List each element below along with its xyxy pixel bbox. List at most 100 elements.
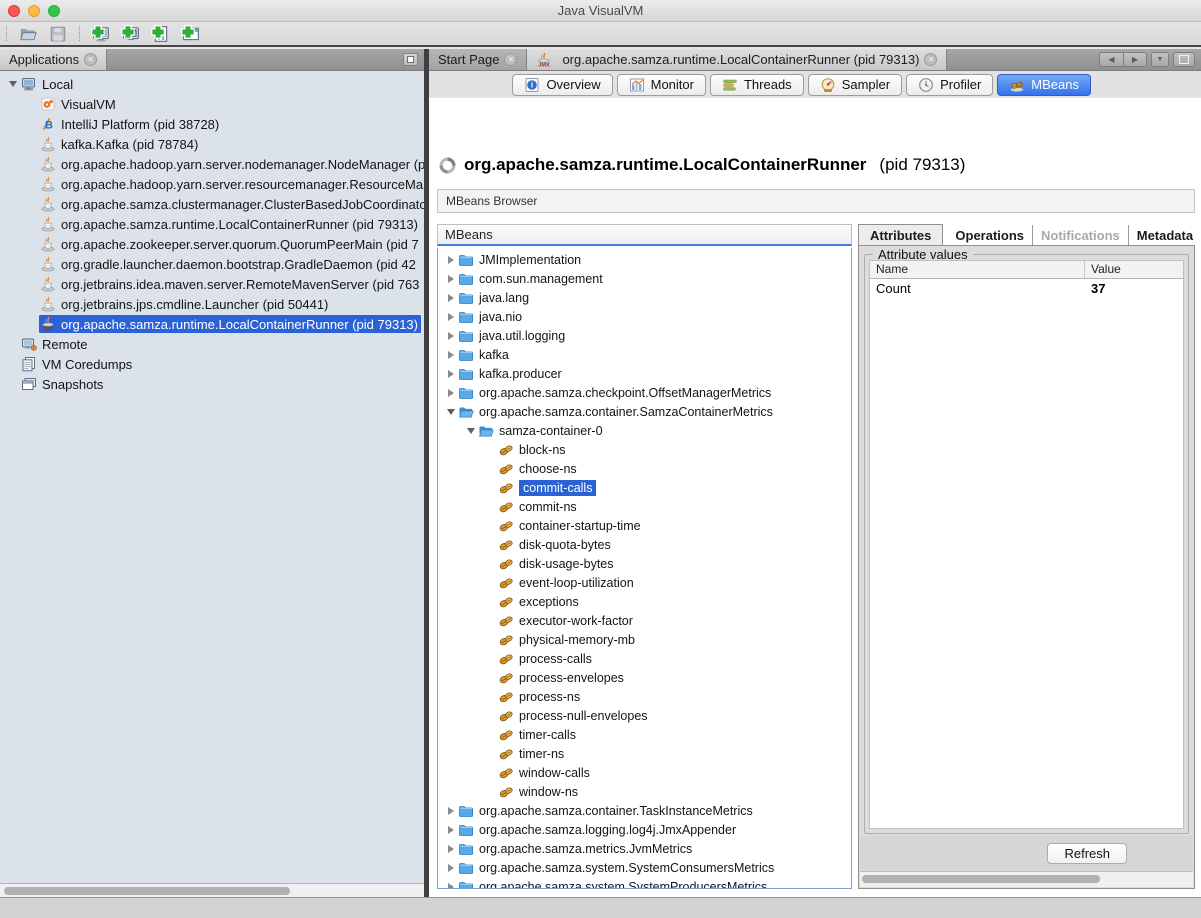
minimize-window-button[interactable] <box>28 5 40 17</box>
mbean-tree-item[interactable]: org.apache.samza.system.SystemConsumersM… <box>438 858 851 877</box>
mbean-tree-item[interactable]: samza-container-0 <box>438 421 851 440</box>
mbean-tree-item[interactable]: JMImplementation <box>438 250 851 269</box>
expand-arrow-icon[interactable] <box>444 370 458 378</box>
details-tab[interactable]: Metadata <box>1128 225 1201 246</box>
scroll-tabs-left-button[interactable] <box>1099 52 1123 67</box>
mbean-tree-item[interactable]: disk-quota-bytes <box>438 535 851 554</box>
application-tree-item[interactable]: org.jetbrains.idea.maven.server.RemoteMa… <box>0 274 424 294</box>
mbean-tree-item[interactable]: disk-usage-bytes <box>438 554 851 573</box>
applications-horizontal-scrollbar[interactable] <box>0 883 424 897</box>
expand-arrow-icon[interactable] <box>444 883 458 890</box>
expand-arrow-icon[interactable] <box>444 275 458 283</box>
tab-start-page[interactable]: Start Page <box>429 49 527 70</box>
mbean-tree-item[interactable]: timer-ns <box>438 744 851 763</box>
application-tree-item[interactable]: org.apache.samza.runtime.LocalContainerR… <box>0 214 424 234</box>
application-tree-item[interactable]: Local <box>0 74 424 94</box>
application-tree-item[interactable]: org.jetbrains.jps.cmdline.Launcher (pid … <box>0 294 424 314</box>
mbean-tree-item[interactable]: block-ns <box>438 440 851 459</box>
mbean-tree-item[interactable]: executor-work-factor <box>438 611 851 630</box>
close-icon[interactable] <box>504 53 517 66</box>
mbean-tree-item[interactable]: java.util.logging <box>438 326 851 345</box>
view-tab[interactable]: Sampler <box>808 74 902 96</box>
expand-arrow-icon[interactable] <box>444 807 458 815</box>
expand-arrow-icon[interactable] <box>444 313 458 321</box>
tab-applications[interactable]: Applications <box>0 49 107 70</box>
mbean-tree-item[interactable]: org.apache.samza.container.TaskInstanceM… <box>438 801 851 820</box>
mbean-tree-item[interactable]: kafka.producer <box>438 364 851 383</box>
close-icon[interactable] <box>84 53 97 66</box>
load-snapshot-button[interactable] <box>17 24 39 44</box>
mbean-tree-item[interactable]: kafka <box>438 345 851 364</box>
expand-arrow-icon[interactable] <box>444 845 458 853</box>
mbean-tree-item[interactable]: process-envelopes <box>438 668 851 687</box>
mbean-tree-item[interactable]: event-loop-utilization <box>438 573 851 592</box>
mbean-tree-item[interactable]: window-calls <box>438 763 851 782</box>
scroll-tabs-right-button[interactable] <box>1123 52 1147 67</box>
details-tab[interactable]: Operations <box>947 225 1032 246</box>
add-jmx-connection-button[interactable] <box>120 24 142 44</box>
details-horizontal-scrollbar[interactable] <box>860 871 1193 887</box>
application-tree-item[interactable]: org.apache.hadoop.yarn.server.resourcema… <box>0 174 424 194</box>
zoom-window-button[interactable] <box>48 5 60 17</box>
application-tree-item[interactable]: Snapshots <box>0 374 424 394</box>
expand-arrow-icon[interactable] <box>444 389 458 397</box>
view-tab[interactable]: Profiler <box>906 74 993 96</box>
attribute-value[interactable]: 37 <box>1085 281 1111 296</box>
mbean-tree-item[interactable]: org.apache.samza.system.SystemProducersM… <box>438 877 851 889</box>
mbean-tree-item[interactable]: com.sun.management <box>438 269 851 288</box>
mbean-tree-item[interactable]: process-calls <box>438 649 851 668</box>
refresh-button[interactable]: Refresh <box>1047 843 1127 864</box>
mbean-tree-item[interactable]: org.apache.samza.checkpoint.OffsetManage… <box>438 383 851 402</box>
application-tree-item[interactable]: org.apache.zookeeper.server.quorum.Quoru… <box>0 234 424 254</box>
scrollbar-thumb[interactable] <box>4 887 290 895</box>
mbean-tree-item[interactable]: commit-calls <box>438 478 851 497</box>
mbean-tree-item[interactable]: choose-ns <box>438 459 851 478</box>
mbean-tree-item[interactable]: process-null-envelopes <box>438 706 851 725</box>
view-tab[interactable]: Threads <box>710 74 804 96</box>
mbean-tree-item[interactable]: org.apache.samza.logging.log4j.JmxAppend… <box>438 820 851 839</box>
expand-arrow-icon[interactable] <box>444 294 458 302</box>
mbean-tree-item[interactable]: process-ns <box>438 687 851 706</box>
mbean-tree-item[interactable]: java.lang <box>438 288 851 307</box>
expand-arrow-icon[interactable] <box>444 256 458 264</box>
add-snapshot-button[interactable] <box>180 24 202 44</box>
expand-arrow-icon[interactable] <box>464 428 478 434</box>
view-tab[interactable]: Overview <box>512 74 612 96</box>
mbean-tree-item[interactable]: window-ns <box>438 782 851 801</box>
application-tree-item[interactable]: org.apache.samza.clustermanager.ClusterB… <box>0 194 424 214</box>
save-snapshot-button[interactable] <box>47 24 69 44</box>
mbean-tree-item[interactable]: commit-ns <box>438 497 851 516</box>
expand-arrow-icon[interactable] <box>444 826 458 834</box>
application-tree-item[interactable]: VM Coredumps <box>0 354 424 374</box>
details-tab[interactable]: Notifications <box>1032 225 1128 246</box>
scrollbar-thumb[interactable] <box>862 875 1100 883</box>
add-vm-coredump-button[interactable] <box>150 24 172 44</box>
expand-arrow-icon[interactable] <box>444 409 458 415</box>
expand-arrow-icon[interactable] <box>444 864 458 872</box>
application-tree-item[interactable]: kafka.Kafka (pid 78784) <box>0 134 424 154</box>
minimize-panel-button[interactable] <box>403 53 418 66</box>
tab-local-container-runner[interactable]: org.apache.samza.runtime.LocalContainerR… <box>527 49 947 70</box>
mbean-tree-item[interactable]: org.apache.samza.container.SamzaContaine… <box>438 402 851 421</box>
attribute-row[interactable]: Count 37 <box>870 279 1183 298</box>
mbean-tree-item[interactable]: java.nio <box>438 307 851 326</box>
view-tab[interactable]: Monitor <box>617 74 706 96</box>
expand-arrow-icon[interactable] <box>6 81 20 87</box>
view-tab[interactable]: MBeans <box>997 74 1091 96</box>
mbean-tree-item[interactable]: physical-memory-mb <box>438 630 851 649</box>
expand-arrow-icon[interactable] <box>444 332 458 340</box>
application-tree-item[interactable]: org.apache.hadoop.yarn.server.nodemanage… <box>0 154 424 174</box>
expand-arrow-icon[interactable] <box>444 351 458 359</box>
application-tree-item[interactable]: org.gradle.launcher.daemon.bootstrap.Gra… <box>0 254 424 274</box>
mbean-tree-item[interactable]: timer-calls <box>438 725 851 744</box>
mbean-tree-item[interactable]: org.apache.samza.metrics.JvmMetrics <box>438 839 851 858</box>
close-icon[interactable] <box>924 53 937 66</box>
details-tab[interactable]: Attributes <box>858 224 943 246</box>
application-tree-item[interactable]: IntelliJ Platform (pid 38728) <box>0 114 424 134</box>
column-header-name[interactable]: Name <box>870 261 1085 278</box>
application-tree-item[interactable]: VisualVM <box>0 94 424 114</box>
close-window-button[interactable] <box>8 5 20 17</box>
column-header-value[interactable]: Value <box>1085 261 1127 278</box>
maximize-tab-button[interactable] <box>1173 52 1195 67</box>
application-tree-item[interactable]: org.apache.samza.runtime.LocalContainerR… <box>0 314 424 334</box>
